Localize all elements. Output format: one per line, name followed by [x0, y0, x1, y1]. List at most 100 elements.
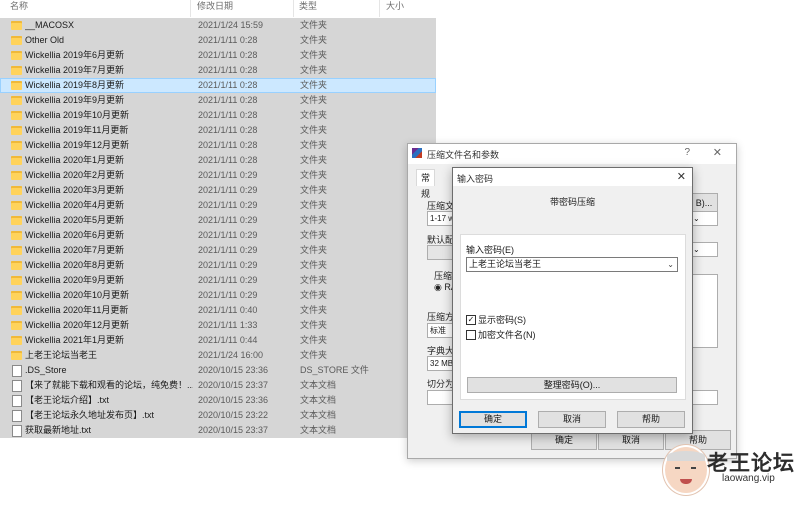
column-header-size[interactable]: 大小	[386, 0, 436, 17]
file-name: Wickellia 2020年12月更新	[25, 320, 130, 330]
file-row[interactable]: Wickellia 2019年11月更新 2021/1/11 0:28 文件夹	[0, 123, 436, 138]
cancel-button[interactable]: 取消	[538, 411, 606, 428]
file-type: 文件夹	[300, 95, 328, 105]
close-icon[interactable]: ✕	[713, 146, 722, 159]
file-row[interactable]: Wickellia 2020年7月更新 2021/1/11 0:29 文件夹	[0, 243, 436, 258]
organize-passwords-button[interactable]: 整理密码(O)...	[467, 377, 677, 393]
encrypt-filenames-checkbox[interactable]: 加密文件名(N)	[466, 329, 536, 342]
title-bar[interactable]: 压缩文件名和参数 ? ✕	[408, 144, 736, 164]
file-type: 文件夹	[300, 305, 328, 315]
ok-button[interactable]: 确定	[459, 411, 527, 428]
file-row[interactable]: Wickellia 2020年10月更新 2021/1/11 0:29 文件夹	[0, 288, 436, 303]
file-row[interactable]: Wickellia 2020年12月更新 2021/1/11 1:33 文件夹	[0, 318, 436, 333]
show-password-label: 显示密码(S)	[478, 315, 526, 325]
file-row[interactable]: Other Old 2021/1/11 0:28 文件夹	[0, 33, 436, 48]
file-type: 文件夹	[300, 50, 328, 60]
file-date: 2020/10/15 23:36	[198, 365, 269, 375]
dialog-title: 输入密码	[457, 174, 494, 184]
tab-general[interactable]: 常规	[416, 169, 436, 199]
file-type: 文件夹	[300, 230, 328, 240]
file-date: 2021/1/11 0:29	[198, 275, 258, 285]
file-row[interactable]: Wickellia 2020年2月更新 2021/1/11 0:29 文件夹	[0, 168, 436, 183]
chevron-down-icon: ⌄	[693, 214, 700, 223]
chevron-down-icon[interactable]: ⌄	[667, 258, 674, 271]
file-date: 2021/1/11 0:29	[198, 290, 258, 300]
file-icon	[12, 395, 22, 407]
file-name: Wickellia 2019年12月更新	[25, 140, 130, 150]
file-name: Wickellia 2019年10月更新	[25, 110, 130, 120]
file-name: __MACOSX	[25, 20, 75, 30]
file-row[interactable]: Wickellia 2020年3月更新 2021/1/11 0:29 文件夹	[0, 183, 436, 198]
file-row[interactable]: Wickellia 2019年9月更新 2021/1/11 0:28 文件夹	[0, 93, 436, 108]
chevron-down-icon: ⌄	[693, 245, 700, 254]
password-input[interactable]: 上老王论坛当老王 ⌄	[466, 257, 678, 272]
split-dropdown[interactable]	[690, 390, 718, 405]
file-name: Wickellia 2020年1月更新	[25, 155, 125, 165]
winrar-icon	[412, 148, 422, 158]
browse-button[interactable]: B)...	[690, 193, 718, 213]
file-type: 文本文档	[300, 395, 337, 405]
file-type: 文件夹	[300, 200, 328, 210]
help-icon[interactable]: ?	[684, 147, 690, 158]
show-password-checkbox[interactable]: ✓ 显示密码(S)	[466, 314, 526, 327]
file-date: 2021/1/11 0:28	[198, 80, 258, 90]
file-type: 文件夹	[300, 245, 328, 255]
column-header-date[interactable]: 修改日期	[197, 0, 294, 17]
file-row[interactable]: Wickellia 2020年5月更新 2021/1/11 0:29 文件夹	[0, 213, 436, 228]
file-list: __MACOSX 2021/1/24 15:59 文件夹 Other Old 2021/…	[0, 18, 436, 438]
file-row[interactable]: 【老王论坛介绍】.txt 2020/10/15 23:36 文本文档	[0, 393, 436, 408]
file-row[interactable]: Wickellia 2020年6月更新 2021/1/11 0:29 文件夹	[0, 228, 436, 243]
file-date: 2021/1/11 0:29	[198, 230, 258, 240]
file-row[interactable]: 【老王论坛永久地址发布页】.txt 2020/10/15 23:22 文本文档	[0, 408, 436, 423]
file-row[interactable]: Wickellia 2020年4月更新 2021/1/11 0:29 文件夹	[0, 198, 436, 213]
close-icon[interactable]: ✕	[677, 170, 686, 183]
laowang-watermark: 老王论坛 laowang.vip	[660, 443, 800, 507]
file-row[interactable]: Wickellia 2020年9月更新 2021/1/11 0:29 文件夹	[0, 273, 436, 288]
file-date: 2020/10/15 23:37	[198, 425, 269, 435]
file-row[interactable]: Wickellia 2020年11月更新 2021/1/11 0:40 文件夹	[0, 303, 436, 318]
file-row[interactable]: 上老王论坛当老王 2021/1/24 16:00 文件夹	[0, 348, 436, 363]
file-type: 文件夹	[300, 80, 328, 90]
file-name: Wickellia 2019年6月更新	[25, 50, 125, 60]
file-row[interactable]: __MACOSX 2021/1/24 15:59 文件夹	[0, 18, 436, 33]
password-dialog: 输入密码 ✕ 带密码压缩 输入密码(E) 上老王论坛当老王 ⌄ ✓ 显示密码(S)…	[452, 167, 693, 434]
file-row[interactable]: Wickellia 2019年10月更新 2021/1/11 0:28 文件夹	[0, 108, 436, 123]
folder-icon	[11, 261, 22, 270]
password-panel: 输入密码(E) 上老王论坛当老王 ⌄ ✓ 显示密码(S) 加密文件名(N) 整理密…	[460, 234, 686, 400]
folder-icon	[11, 36, 22, 45]
file-type: 文件夹	[300, 185, 328, 195]
file-name: 【来了就能下载和观看的论坛，纯免费！...	[25, 380, 193, 390]
folder-icon	[11, 291, 22, 300]
file-row[interactable]: 【来了就能下载和观看的论坛，纯免费！... 2020/10/15 23:37 文本文…	[0, 378, 436, 393]
file-row[interactable]: Wickellia 2019年12月更新 2021/1/11 0:28 文件夹	[0, 138, 436, 153]
file-row[interactable]: Wickellia 2019年6月更新 2021/1/11 0:28 文件夹	[0, 48, 436, 63]
file-date: 2021/1/11 0:40	[198, 305, 258, 315]
file-name: 上老王论坛当老王	[25, 350, 98, 360]
checkbox-checked-icon: ✓	[466, 314, 476, 325]
file-row[interactable]: Wickellia 2020年8月更新 2021/1/11 0:29 文件夹	[0, 258, 436, 273]
file-date: 2021/1/11 0:29	[198, 215, 258, 225]
help-button[interactable]: 帮助	[617, 411, 685, 428]
folder-icon	[11, 141, 22, 150]
file-type: 文件夹	[300, 65, 328, 75]
file-row[interactable]: .DS_Store 2020/10/15 23:36 DS_STORE 文件	[0, 363, 436, 378]
column-header-name[interactable]: 名称	[10, 0, 191, 17]
folder-icon	[11, 231, 22, 240]
file-type: 文件夹	[300, 215, 328, 225]
password-label: 输入密码(E)	[466, 245, 514, 255]
file-row[interactable]: Wickellia 2021年1月更新 2021/1/11 0:44 文件夹	[0, 333, 436, 348]
file-name: Wickellia 2020年4月更新	[25, 200, 125, 210]
file-row[interactable]: Wickellia 2019年7月更新 2021/1/11 0:28 文件夹	[0, 63, 436, 78]
file-date: 2021/1/24 15:59	[198, 20, 264, 30]
file-row[interactable]: 获取最新地址.txt 2020/10/15 23:37 文本文档	[0, 423, 436, 438]
folder-icon	[11, 21, 22, 30]
update-mode-dropdown[interactable]: ⌄	[690, 242, 718, 257]
title-bar[interactable]: 输入密码 ✕	[453, 168, 692, 186]
file-type: 文件夹	[300, 140, 328, 150]
file-row[interactable]: Wickellia 2019年8月更新 2021/1/11 0:28 文件夹	[0, 78, 436, 93]
column-header-type[interactable]: 类型	[299, 0, 380, 17]
mascot-icon	[663, 445, 709, 495]
archive-name-dropdown[interactable]: ⌄	[690, 211, 718, 226]
folder-icon	[11, 306, 22, 315]
file-row[interactable]: Wickellia 2020年1月更新 2021/1/11 0:28 文件夹	[0, 153, 436, 168]
